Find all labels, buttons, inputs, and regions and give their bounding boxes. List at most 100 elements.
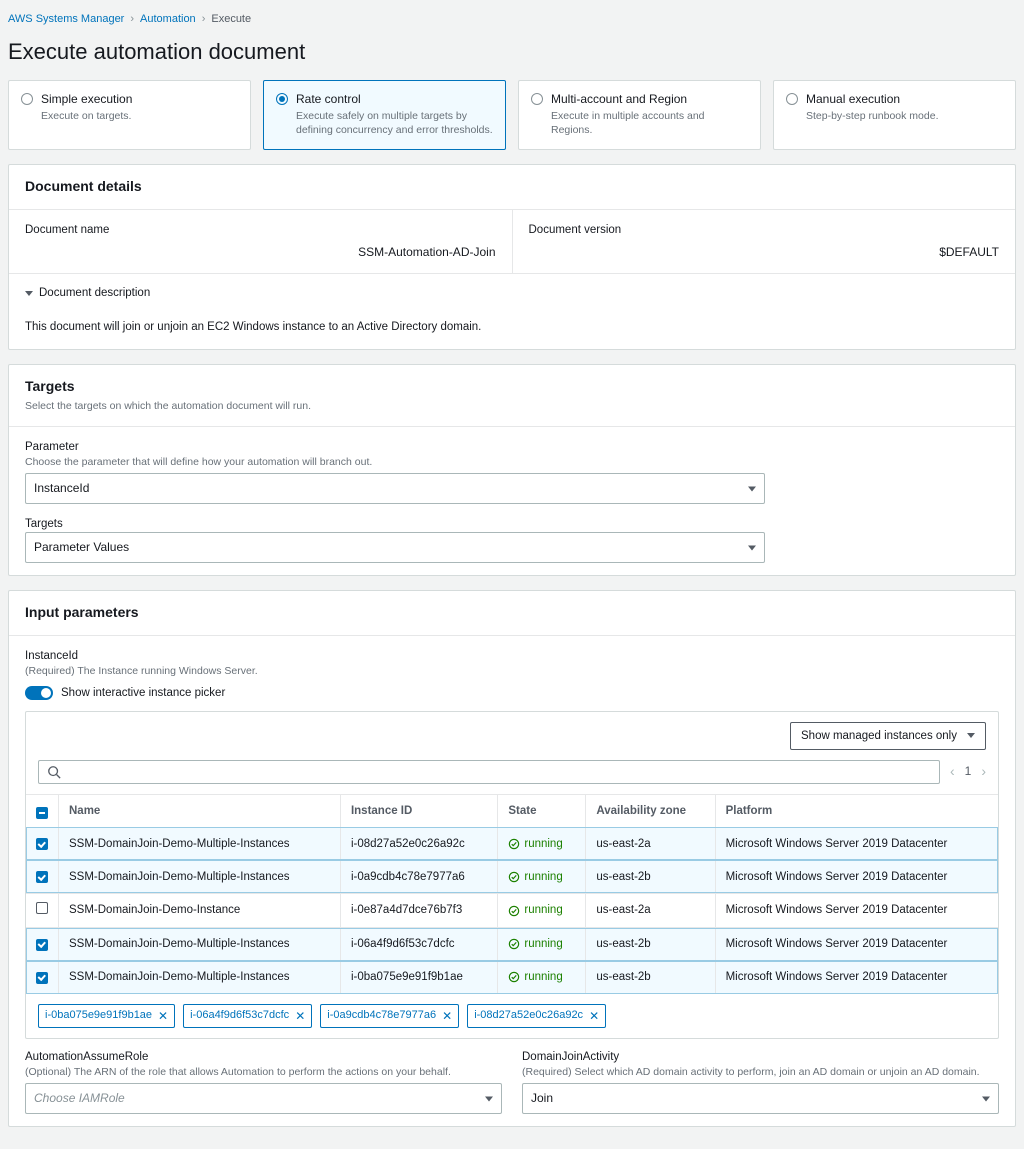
targets-label: Targets bbox=[25, 516, 999, 532]
assume-role-select[interactable]: Choose IAMRole bbox=[25, 1083, 502, 1114]
row-checkbox[interactable] bbox=[36, 838, 48, 850]
cell-platform: Microsoft Windows Server 2019 Datacenter bbox=[715, 827, 998, 860]
instance-picker: Show managed instances only ‹ 1 › bbox=[25, 711, 999, 1039]
toggle-label: Show interactive instance picker bbox=[61, 685, 225, 701]
chevron-down-icon bbox=[982, 1096, 990, 1101]
exec-option-title: Manual execution bbox=[806, 91, 939, 108]
document-description-text: This document will join or unjoin an EC2… bbox=[9, 311, 1015, 349]
select-placeholder: Choose IAMRole bbox=[34, 1091, 125, 1105]
document-version-value: $DEFAULT bbox=[529, 244, 1000, 261]
select-value: InstanceId bbox=[34, 481, 89, 495]
row-checkbox[interactable] bbox=[36, 939, 48, 951]
cell-state: running bbox=[508, 836, 575, 852]
cell-state: running bbox=[508, 936, 575, 952]
document-name-label: Document name bbox=[25, 222, 496, 238]
exec-option-manual[interactable]: Manual execution Step-by-step runbook mo… bbox=[773, 80, 1016, 150]
status-ok-icon bbox=[508, 871, 520, 883]
cell-az: us-east-2b bbox=[586, 860, 715, 893]
cell-name: SSM-DomainJoin-Demo-Multiple-Instances bbox=[59, 928, 341, 961]
panel-title: Targets bbox=[25, 377, 999, 397]
status-ok-icon bbox=[508, 838, 520, 850]
select-value: Join bbox=[531, 1091, 553, 1105]
col-az[interactable]: Availability zone bbox=[586, 794, 715, 827]
exec-option-desc: Execute in multiple accounts and Regions… bbox=[551, 110, 748, 137]
instanceid-label: InstanceId bbox=[25, 648, 999, 664]
token-text: i-0a9cdb4c78e7977a6 bbox=[327, 1008, 436, 1023]
cell-az: us-east-2b bbox=[586, 928, 715, 961]
select-all-checkbox[interactable] bbox=[36, 807, 48, 819]
breadcrumb: AWS Systems Manager › Automation › Execu… bbox=[8, 8, 1016, 37]
remove-token-button[interactable]: ✕ bbox=[158, 1010, 168, 1022]
col-state[interactable]: State bbox=[498, 794, 586, 827]
chevron-right-icon: › bbox=[130, 12, 134, 27]
instance-token: i-0a9cdb4c78e7977a6 ✕ bbox=[320, 1004, 459, 1027]
show-managed-instances-filter[interactable]: Show managed instances only bbox=[790, 722, 986, 750]
search-icon bbox=[47, 765, 61, 779]
cell-platform: Microsoft Windows Server 2019 Datacenter bbox=[715, 860, 998, 893]
filter-label: Show managed instances only bbox=[801, 728, 957, 744]
chevron-down-icon bbox=[25, 291, 33, 296]
document-description-toggle[interactable]: Document description bbox=[25, 285, 150, 301]
instance-picker-toggle[interactable] bbox=[25, 686, 53, 700]
cell-state: running bbox=[508, 902, 575, 918]
table-row[interactable]: SSM-DomainJoin-Demo-Multiple-Instancesi-… bbox=[26, 860, 998, 893]
exec-option-multi-account[interactable]: Multi-account and Region Execute in mult… bbox=[518, 80, 761, 150]
status-ok-icon bbox=[508, 971, 520, 983]
breadcrumb-link[interactable]: AWS Systems Manager bbox=[8, 12, 124, 27]
table-row[interactable]: SSM-DomainJoin-Demo-Instancei-0e87a4d7dc… bbox=[26, 893, 998, 927]
breadcrumb-link[interactable]: Automation bbox=[140, 12, 196, 27]
table-row[interactable]: SSM-DomainJoin-Demo-Multiple-Instancesi-… bbox=[26, 827, 998, 860]
cell-az: us-east-2b bbox=[586, 961, 715, 994]
row-checkbox[interactable] bbox=[36, 972, 48, 984]
table-row[interactable]: SSM-DomainJoin-Demo-Multiple-Instancesi-… bbox=[26, 961, 998, 994]
targets-select[interactable]: Parameter Values bbox=[25, 532, 765, 563]
cell-instance-id: i-06a4f9d6f53c7dcfc bbox=[340, 928, 497, 961]
parameter-select[interactable]: InstanceId bbox=[25, 473, 765, 504]
row-checkbox[interactable] bbox=[36, 871, 48, 883]
cell-name: SSM-DomainJoin-Demo-Multiple-Instances bbox=[59, 827, 341, 860]
selected-instance-tokens: i-0ba075e9e91f9b1ae✕i-06a4f9d6f53c7dcfc✕… bbox=[26, 994, 998, 1037]
status-ok-icon bbox=[508, 938, 520, 950]
cell-az: us-east-2a bbox=[586, 893, 715, 927]
chevron-down-icon bbox=[485, 1096, 493, 1101]
cell-instance-id: i-0ba075e9e91f9b1ae bbox=[340, 961, 497, 994]
cell-instance-id: i-08d27a52e0c26a92c bbox=[340, 827, 497, 860]
next-page-button[interactable]: › bbox=[981, 762, 986, 782]
status-ok-icon bbox=[508, 905, 520, 917]
execution-type-group: Simple execution Execute on targets. Rat… bbox=[8, 80, 1016, 150]
exec-option-desc: Execute on targets. bbox=[41, 110, 132, 124]
col-name[interactable]: Name bbox=[59, 794, 341, 827]
exec-option-title: Rate control bbox=[296, 91, 493, 108]
panel-subtitle: Select the targets on which the automati… bbox=[25, 399, 999, 414]
parameter-hint: Choose the parameter that will define ho… bbox=[25, 455, 999, 470]
exec-option-rate-control[interactable]: Rate control Execute safely on multiple … bbox=[263, 80, 506, 150]
token-text: i-08d27a52e0c26a92c bbox=[474, 1008, 583, 1023]
page-number: 1 bbox=[965, 763, 972, 780]
exec-option-simple[interactable]: Simple execution Execute on targets. bbox=[8, 80, 251, 150]
cell-platform: Microsoft Windows Server 2019 Datacenter bbox=[715, 928, 998, 961]
token-text: i-0ba075e9e91f9b1ae bbox=[45, 1008, 152, 1023]
col-id[interactable]: Instance ID bbox=[340, 794, 497, 827]
row-checkbox[interactable] bbox=[36, 902, 48, 914]
panel-title: Input parameters bbox=[25, 603, 999, 623]
instance-token: i-06a4f9d6f53c7dcfc✕ bbox=[183, 1004, 312, 1027]
remove-token-button[interactable]: ✕ bbox=[589, 1010, 599, 1022]
domain-join-select[interactable]: Join bbox=[522, 1083, 999, 1114]
instance-search-input[interactable] bbox=[67, 765, 931, 779]
cell-state: running bbox=[508, 869, 575, 885]
cell-name: SSM-DomainJoin-Demo-Multiple-Instances bbox=[59, 961, 341, 994]
instance-search-box[interactable] bbox=[38, 760, 940, 784]
chevron-right-icon: › bbox=[202, 12, 206, 27]
col-platform[interactable]: Platform bbox=[715, 794, 998, 827]
panel-title: Document details bbox=[25, 177, 999, 197]
chevron-down-icon bbox=[748, 486, 756, 491]
exec-option-title: Multi-account and Region bbox=[551, 91, 748, 108]
remove-token-button[interactable]: ✕ bbox=[295, 1010, 305, 1022]
document-version-label: Document version bbox=[529, 222, 1000, 238]
remove-token-button[interactable]: ✕ bbox=[442, 1010, 452, 1022]
cell-platform: Microsoft Windows Server 2019 Datacenter bbox=[715, 893, 998, 927]
table-row[interactable]: SSM-DomainJoin-Demo-Multiple-Instancesi-… bbox=[26, 928, 998, 961]
prev-page-button[interactable]: ‹ bbox=[950, 762, 955, 782]
page-title: Execute automation document bbox=[8, 37, 1016, 68]
input-parameters-panel: Input parameters InstanceId (Required) T… bbox=[8, 590, 1016, 1127]
